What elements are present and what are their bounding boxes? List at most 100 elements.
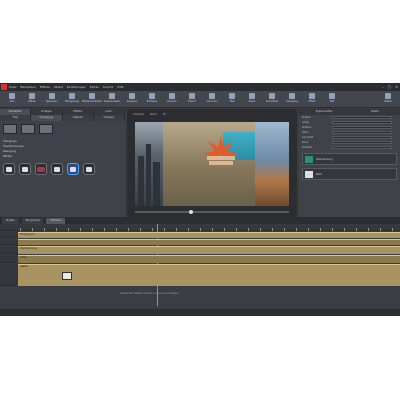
menu-item-file[interactable]: Datei: [9, 84, 16, 90]
clip-label: Überblendung: [20, 247, 37, 250]
effect-preset[interactable]: [35, 163, 47, 175]
menu-item-edit[interactable]: Bearbeiten: [20, 84, 35, 90]
ruler-tick: [260, 228, 261, 231]
track-header[interactable]: [0, 264, 18, 286]
property-field[interactable]: [332, 131, 392, 134]
effect-preset[interactable]: [83, 163, 95, 175]
toolbar-button-label: Text: [329, 100, 335, 103]
toolbar-button[interactable]: Wiederherstellen: [82, 93, 102, 107]
toolbar-button[interactable]: Titel: [222, 93, 242, 107]
ruler-tick: [20, 228, 21, 231]
toolbar-button[interactable]: Musik: [242, 93, 262, 107]
tab-object[interactable]: Objekt: [350, 109, 400, 115]
toolbar-button[interactable]: Ausschneiden: [102, 93, 122, 107]
ruler-tick: [272, 228, 273, 231]
property-field[interactable]: [332, 116, 392, 119]
property-label: Deckkraft: [302, 136, 314, 139]
toolbar-button-label: Weiter: [384, 100, 392, 103]
ruler-tick: [200, 228, 201, 231]
toolbar-button[interactable]: Einfügen: [142, 93, 162, 107]
zoom-control[interactable]: Zoom: [150, 113, 157, 116]
ruler-tick: [92, 228, 93, 231]
effect-preset[interactable]: [19, 163, 31, 175]
property-label: Schatten: [302, 146, 313, 149]
track-header[interactable]: [0, 239, 18, 245]
menu-item-object[interactable]: Objekt: [54, 84, 63, 90]
ruler-tick: [188, 228, 189, 231]
property-field[interactable]: [332, 146, 392, 149]
media-thumbnail[interactable]: [39, 124, 53, 134]
subtab-presets[interactable]: Vorlagen: [94, 115, 125, 121]
ruler-tick: [224, 228, 225, 231]
property-label: Rand: [302, 141, 308, 144]
track-clip[interactable]: Überblendung: [18, 246, 400, 254]
toolbar-icon: [209, 93, 215, 99]
ruler-tick: [164, 228, 165, 231]
timeline-ruler[interactable]: [0, 224, 400, 231]
toolbar-button[interactable]: Speichern: [42, 93, 62, 107]
menu-item-help[interactable]: Hilfe: [117, 84, 123, 90]
toolbar-button[interactable]: Effekt: [302, 93, 322, 107]
mid-image: [163, 122, 281, 206]
maximize-button[interactable]: □: [388, 84, 391, 90]
toolbar-button[interactable]: Übergang: [282, 93, 302, 107]
toolbar-icon: [269, 93, 275, 99]
tab-properties[interactable]: Eigenschaften: [299, 109, 350, 115]
toolbar-button[interactable]: Aufnahme: [262, 93, 282, 107]
toolbar-button[interactable]: Text: [322, 93, 342, 107]
toolbar-button[interactable]: Export: [182, 93, 202, 107]
toolbar-button-label: Vorschau: [206, 100, 218, 103]
toolbar-button[interactable]: Neu: [2, 93, 22, 107]
preview-scrubber[interactable]: [135, 211, 289, 213]
track-header[interactable]: [0, 232, 18, 238]
property-field[interactable]: [332, 126, 392, 129]
toolbar-button-label: Ausschneiden: [103, 100, 121, 103]
effect-preset[interactable]: [3, 163, 15, 175]
toolbar-icon: [329, 93, 335, 99]
scrubber-handle[interactable]: [189, 210, 193, 214]
property-field[interactable]: [332, 141, 392, 144]
menu-item-effects[interactable]: Effekte: [40, 84, 50, 90]
property-label: Position: [302, 116, 311, 119]
toolbar-button[interactable]: Weiter: [378, 93, 398, 107]
minimize-button[interactable]: –: [382, 84, 384, 90]
track-clip[interactable]: [18, 239, 400, 245]
toolbar-icon: [49, 93, 55, 99]
close-button[interactable]: ✕: [395, 84, 398, 90]
toolbar-button-label: Einfügen: [146, 100, 158, 103]
subtab-objects[interactable]: Objekte: [63, 115, 94, 121]
toolbar-icon: [149, 93, 155, 99]
toolbar-button-label: Neu: [9, 100, 15, 103]
card-label: Überblendung: [316, 157, 333, 161]
media-thumbnail[interactable]: [3, 124, 17, 134]
subtab-transitions[interactable]: Übergänge: [31, 115, 63, 121]
properties-panel: Eigenschaften Objekt Position Größe Rotati…: [299, 109, 400, 217]
subtab-titles[interactable]: Titel: [0, 115, 32, 121]
toolbar-button[interactable]: Rückgängig: [62, 93, 82, 107]
toolbar-button[interactable]: Öffnen: [22, 93, 42, 107]
menu-item-settings[interactable]: Einstellungen: [67, 84, 86, 90]
track-clip[interactable]: Hintergrund: [18, 232, 400, 238]
property-field[interactable]: [332, 136, 392, 139]
toolbar-button[interactable]: Löschen: [162, 93, 182, 107]
fit-control[interactable]: Fit: [163, 113, 166, 116]
tree-item[interactable]: Effekte: [3, 154, 122, 159]
menu-item-view[interactable]: Ansicht: [103, 84, 113, 90]
preview-label[interactable]: Vorschau: [133, 113, 144, 116]
toolbar-button[interactable]: Kopieren: [122, 93, 142, 107]
effect-preset-selected[interactable]: [67, 163, 79, 175]
track-header[interactable]: [0, 255, 18, 263]
track-clip[interactable]: Objekt: [18, 264, 400, 286]
track-clip[interactable]: Video: [18, 255, 400, 263]
menu-item-extras[interactable]: Extras: [90, 84, 99, 90]
property-field[interactable]: [332, 121, 392, 124]
color-card[interactable]: Weiß: [302, 168, 397, 180]
media-thumbnail[interactable]: [21, 124, 35, 134]
toolbar-button[interactable]: Vorschau: [202, 93, 222, 107]
transition-card[interactable]: Überblendung: [302, 153, 397, 165]
track-header[interactable]: [0, 246, 18, 254]
effect-preset[interactable]: [51, 163, 63, 175]
preview-screen[interactable]: [135, 122, 289, 206]
white-object-clip[interactable]: [62, 272, 72, 280]
preview-monitor: Vorschau Zoom Fit: [127, 109, 297, 217]
